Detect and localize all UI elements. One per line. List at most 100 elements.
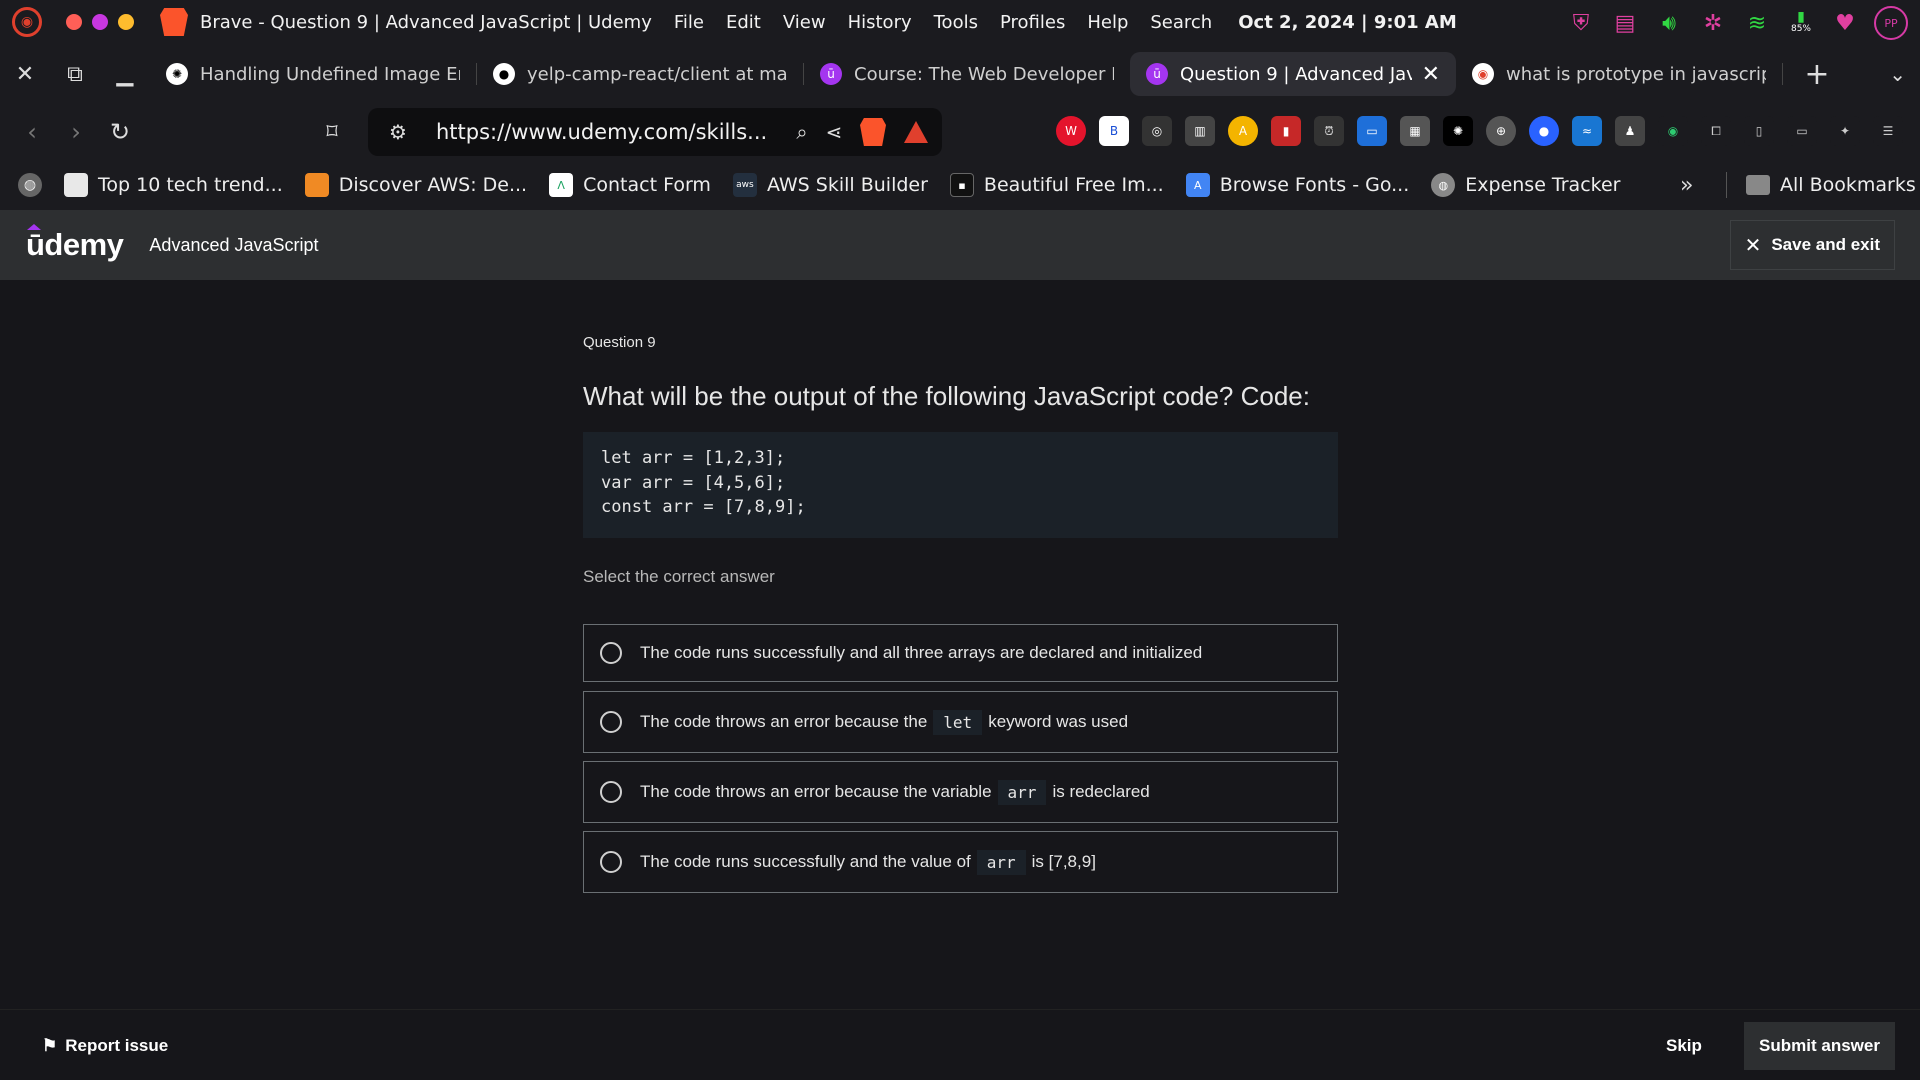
- bookmark-unsplash[interactable]: ▪ Beautiful Free Im...: [949, 173, 1164, 197]
- tab-web-developer-course[interactable]: ū Course: The Web Developer Bo: [804, 52, 1130, 96]
- save-and-exit-label: Save and exit: [1771, 235, 1880, 254]
- more-bookmarks-icon[interactable]: »: [1680, 173, 1693, 198]
- reader-glasses-extension-icon[interactable]: ◎: [1142, 116, 1172, 146]
- radio-button[interactable]: [600, 711, 622, 733]
- battery-icon[interactable]: ▮ 85%: [1786, 8, 1816, 38]
- share-icon[interactable]: ⋖: [818, 120, 850, 144]
- report-issue-button[interactable]: ⚑ Report issue: [42, 1036, 168, 1056]
- forward-arrow-icon[interactable]: ›: [54, 118, 98, 146]
- bookmarks-bar: ◍ Top 10 tech trend... Discover AWS: De.…: [0, 160, 1920, 210]
- restore-window-icon[interactable]: ⧉: [50, 62, 100, 87]
- answer-option-4[interactable]: The code runs successfully and the value…: [583, 831, 1338, 893]
- menu-profiles[interactable]: Profiles: [1000, 12, 1065, 33]
- option-text: The code throws an error because the: [640, 712, 928, 731]
- zoom-window-button[interactable]: [118, 14, 134, 30]
- puzzle-extensions-icon[interactable]: ⧠: [1701, 116, 1731, 146]
- grid-extension-icon[interactable]: ▦: [1400, 116, 1430, 146]
- site-settings-icon[interactable]: ⚙: [382, 120, 414, 144]
- new-tab-button[interactable]: +: [1797, 57, 1837, 92]
- radio-button[interactable]: [600, 851, 622, 873]
- bookmark-google-fonts[interactable]: A Browse Fonts - Go...: [1185, 173, 1410, 197]
- book-extension-icon[interactable]: ▮: [1271, 116, 1301, 146]
- url-text[interactable]: https://www.udemy.com/skills...: [436, 120, 786, 144]
- os-logo-icon[interactable]: ◉: [12, 7, 42, 37]
- flag-icon: ⚑: [42, 1036, 58, 1055]
- bookmark-top-10-tech[interactable]: Top 10 tech trend...: [64, 173, 283, 197]
- address-bar[interactable]: ⚙ https://www.udemy.com/skills... ⌕ ⋖: [368, 108, 942, 156]
- udemy-logo[interactable]: ūdemy: [26, 224, 124, 263]
- answer-option-3[interactable]: The code throws an error because the var…: [583, 761, 1338, 823]
- radio-button[interactable]: [600, 642, 622, 664]
- bug-icon[interactable]: ✲: [1698, 8, 1728, 38]
- course-title[interactable]: Advanced JavaScript: [149, 235, 318, 256]
- bookmark-aws-skill-builder[interactable]: aws AWS Skill Builder: [732, 173, 928, 197]
- chevron-down-icon[interactable]: ⌄: [1889, 62, 1906, 86]
- all-bookmarks-button[interactable]: All Bookmarks: [1746, 174, 1916, 196]
- save-and-exit-button[interactable]: ✕ Save and exit: [1729, 220, 1895, 270]
- menubar-clock[interactable]: Oct 2, 2024 | 9:01 AM: [1238, 12, 1457, 33]
- color-picker-extension-icon[interactable]: ●: [1529, 116, 1559, 146]
- window-extension-icon[interactable]: ▭: [1357, 116, 1387, 146]
- bookmark-label: Contact Form: [583, 174, 711, 196]
- user-extension-icon[interactable]: ♟: [1615, 116, 1645, 146]
- answer-option-1[interactable]: The code runs successfully and all three…: [583, 624, 1338, 682]
- leo-ai-icon[interactable]: ✦: [1830, 116, 1860, 146]
- speaker-icon[interactable]: 🔊︎: [1654, 8, 1684, 38]
- vpn-shield-icon[interactable]: ⛨: [1566, 8, 1596, 38]
- brave-rewards-icon[interactable]: [904, 121, 928, 143]
- answer-option-2[interactable]: The code throws an error because the let…: [583, 691, 1338, 753]
- minimize-window-button[interactable]: [92, 14, 108, 30]
- menu-history[interactable]: History: [848, 12, 912, 33]
- globe-icon[interactable]: ◍: [18, 173, 42, 197]
- submit-answer-button[interactable]: Submit answer: [1744, 1022, 1895, 1070]
- os-menu-bar: ◉ Brave - Question 9 | Advanced JavaScri…: [0, 0, 1920, 44]
- alarm-extension-icon[interactable]: ⏰︎: [1314, 116, 1344, 146]
- close-tab-icon[interactable]: ✕: [1422, 62, 1440, 87]
- sidebar-toggle-icon[interactable]: ▯: [1744, 116, 1774, 146]
- bookmark-discover-aws[interactable]: Discover AWS: De...: [304, 173, 527, 197]
- menu-edit[interactable]: Edit: [726, 12, 761, 33]
- menu-file[interactable]: File: [674, 12, 704, 33]
- clipboard-extension-icon[interactable]: ▥: [1185, 116, 1215, 146]
- minimize-window-icon[interactable]: ▁: [100, 62, 150, 87]
- wallet-icon[interactable]: ▭: [1787, 116, 1817, 146]
- translate-extension-icon[interactable]: A: [1228, 116, 1258, 146]
- skip-button[interactable]: Skip: [1666, 1036, 1702, 1056]
- code-line: let arr = [1,2,3];: [601, 448, 786, 468]
- radio-button[interactable]: [600, 781, 622, 803]
- back-arrow-icon[interactable]: ‹: [10, 118, 54, 146]
- reload-icon[interactable]: ↻: [98, 118, 142, 146]
- bookmark-icon[interactable]: ⌑: [312, 120, 352, 145]
- menu-help[interactable]: Help: [1087, 12, 1128, 33]
- tab-prototype-search[interactable]: ◉ what is prototype in javascript: [1456, 52, 1782, 96]
- menu-view[interactable]: View: [783, 12, 826, 33]
- notes-icon[interactable]: ▤: [1610, 8, 1640, 38]
- bookmarks-divider: [1726, 172, 1727, 198]
- brave-search-icon: ◉: [1472, 63, 1494, 85]
- brave-shields-icon[interactable]: [860, 118, 886, 146]
- tab-handling-undefined[interactable]: ✺ Handling Undefined Image Err: [150, 52, 476, 96]
- bookmark-label: Browse Fonts - Go...: [1219, 174, 1410, 196]
- close-window-icon[interactable]: ✕: [0, 62, 50, 87]
- report-issue-label: Report issue: [65, 1036, 169, 1055]
- eye-extension-icon[interactable]: ◉: [1658, 116, 1688, 146]
- menu-search[interactable]: Search: [1150, 12, 1212, 33]
- tab-yelp-camp[interactable]: ● yelp-camp-react/client at mas: [477, 52, 803, 96]
- hamburger-menu-icon[interactable]: ☰: [1873, 116, 1903, 146]
- chevron-heart-icon[interactable]: ♥: [1830, 8, 1860, 38]
- wifi-extension-icon[interactable]: ≈: [1572, 116, 1602, 146]
- wifi-icon[interactable]: ≋: [1742, 8, 1772, 38]
- bookmark-contact-form[interactable]: Λ Contact Form: [549, 173, 711, 197]
- quiz-main: Question 9 What will be the output of th…: [0, 280, 1920, 1009]
- zoom-icon[interactable]: ⌕: [786, 120, 818, 144]
- tab-question-9[interactable]: ū Question 9 | Advanced Jav ✕: [1130, 52, 1456, 96]
- wappalyzer-extension-icon[interactable]: W: [1056, 116, 1086, 146]
- bookmark-expense-tracker[interactable]: ◍ Expense Tracker: [1431, 173, 1620, 197]
- chatgpt-extension-icon[interactable]: ✺: [1443, 116, 1473, 146]
- user-avatar[interactable]: PP: [1874, 6, 1908, 40]
- web-extension-icon[interactable]: ⊕: [1486, 116, 1516, 146]
- openai-icon: ✺: [166, 63, 188, 85]
- menu-tools[interactable]: Tools: [934, 12, 978, 33]
- bitwarden-extension-icon[interactable]: B: [1099, 116, 1129, 146]
- close-window-button[interactable]: [66, 14, 82, 30]
